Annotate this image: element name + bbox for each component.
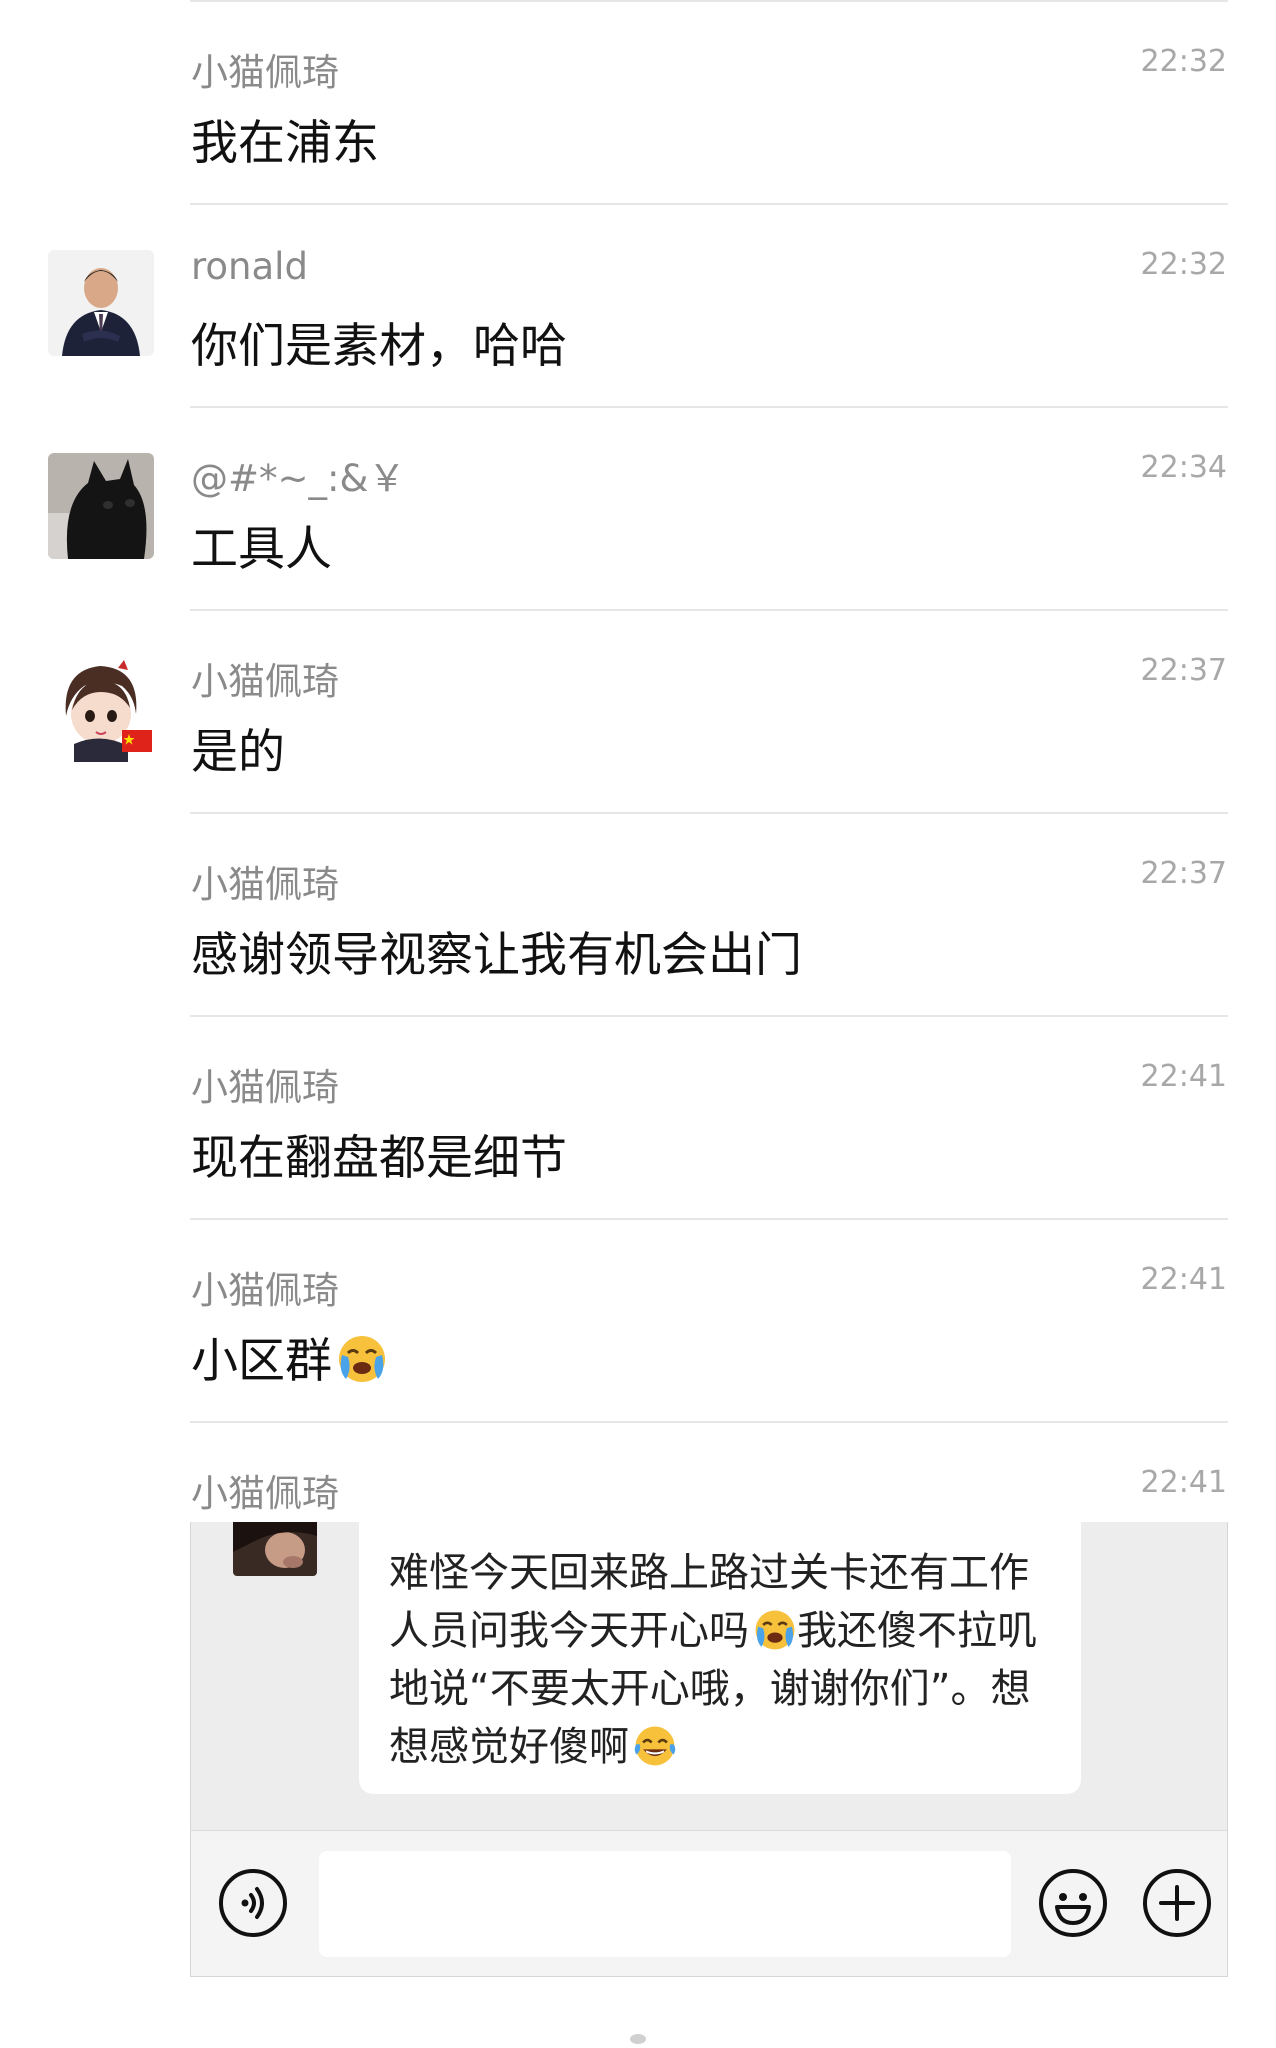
message-item[interactable]: 小猫佩琦 22:32 我在浦东: [0, 2, 1276, 205]
message-text: 我在浦东: [191, 116, 379, 171]
quoted-message-bubble[interactable]: 难怪今天回来路上路过关卡还有工作人员问我今天开心吗 我还傻不拉叽地说“不要太开心…: [359, 1522, 1081, 1794]
sender-name: 小猫佩琦: [191, 1066, 339, 1109]
message-time: 22:41: [1140, 1465, 1227, 1500]
message-input[interactable]: [319, 1851, 1011, 1957]
avatar[interactable]: [48, 250, 154, 356]
message-text: 小区群: [191, 1322, 388, 1391]
avatar[interactable]: [48, 656, 154, 762]
sender-name: 小猫佩琦: [191, 51, 339, 94]
avatar[interactable]: [48, 453, 154, 559]
loudly-crying-face-icon: [336, 1333, 388, 1385]
loudly-crying-face-icon: [753, 1608, 797, 1652]
plus-icon[interactable]: [1141, 1867, 1213, 1939]
message-item[interactable]: 小猫佩琦 22:41 现在翻盘都是细节: [0, 1017, 1276, 1220]
message-item[interactable]: 小猫佩琦 22:41 小区群: [0, 1220, 1276, 1423]
message-time: 22:32: [1140, 247, 1227, 282]
message-time: 22:41: [1140, 1059, 1227, 1094]
message-time: 22:37: [1140, 653, 1227, 688]
message-text: 工具人: [191, 522, 332, 577]
sender-name: @#*~_:&￥: [191, 457, 406, 500]
voice-icon[interactable]: [217, 1867, 289, 1939]
message-time: 22:37: [1140, 856, 1227, 891]
sender-name: 小猫佩琦: [191, 1472, 339, 1515]
message-item[interactable]: 小猫佩琦 22:41: [0, 1423, 1276, 1522]
message-text: 现在翻盘都是细节: [191, 1131, 567, 1186]
scroll-indicator: [630, 2034, 646, 2044]
sender-name: ronald: [191, 245, 308, 288]
message-item[interactable]: ronald 22:32 你们是素材，哈哈: [0, 205, 1276, 408]
message-item[interactable]: 小猫佩琦 22:37 是的: [0, 611, 1276, 814]
quoted-panel: 难怪今天回来路上路过关卡还有工作人员问我今天开心吗 我还傻不拉叽地说“不要太开心…: [190, 1522, 1228, 1977]
message-text: 是的: [191, 725, 285, 780]
chat-input-bar: [191, 1830, 1227, 1976]
emoji-icon[interactable]: [1037, 1867, 1109, 1939]
sender-name: 小猫佩琦: [191, 1269, 339, 1312]
message-text: 你们是素材，哈哈: [191, 319, 567, 374]
tears-of-joy-face-icon: [633, 1724, 677, 1768]
sender-name: 小猫佩琦: [191, 863, 339, 906]
message-time: 22:34: [1140, 450, 1227, 485]
message-time: 22:41: [1140, 1262, 1227, 1297]
quoted-message-text: 难怪今天回来路上路过关卡还有工作人员问我今天开心吗 我还傻不拉叽地说“不要太开心…: [389, 1544, 1051, 1776]
sender-name: 小猫佩琦: [191, 660, 339, 703]
message-item[interactable]: 小猫佩琦 22:37 感谢领导视察让我有机会出门: [0, 814, 1276, 1017]
message-text: 感谢领导视察让我有机会出门: [191, 928, 802, 983]
message-item[interactable]: @#*~_:&￥ 22:34 工具人: [0, 408, 1276, 611]
message-time: 22:32: [1140, 44, 1227, 79]
quoted-avatar[interactable]: [233, 1522, 317, 1576]
message-text-content: 小区群: [191, 1334, 332, 1389]
